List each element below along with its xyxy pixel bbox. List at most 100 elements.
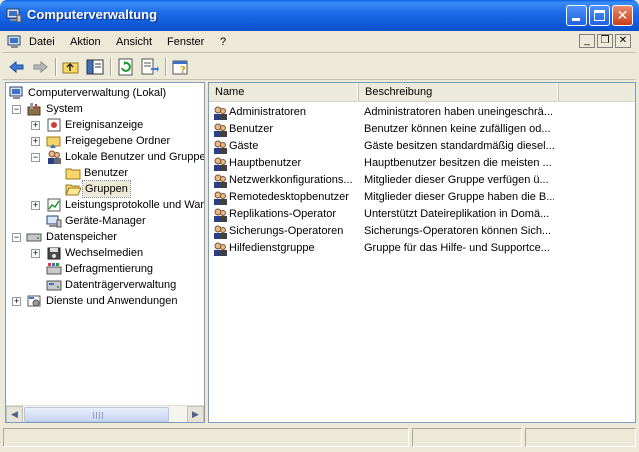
- status-bar: [3, 426, 636, 449]
- collapse-icon[interactable]: −: [12, 233, 21, 242]
- tree-item-defragmentierung[interactable]: Defragmentierung: [8, 261, 204, 277]
- title-bar[interactable]: Computerverwaltung ✕: [0, 0, 639, 31]
- toolbar: ?: [3, 54, 636, 80]
- tree-item-geraete-manager[interactable]: Geräte-Manager: [8, 213, 204, 229]
- table-row[interactable]: Administratoren Administratoren haben une…: [209, 104, 635, 121]
- window-title: Computerverwaltung: [27, 7, 158, 22]
- up-button[interactable]: [61, 57, 81, 77]
- table-row[interactable]: Benutzer Benutzer können keine zufälligen…: [209, 121, 635, 138]
- scroll-right-button[interactable]: ▶: [187, 406, 204, 422]
- up-folder-icon: [62, 62, 79, 74]
- collapse-icon[interactable]: −: [12, 105, 21, 114]
- group-icon: [214, 242, 227, 256]
- group-icon: [214, 191, 227, 205]
- tree-item-label: Defragmentierung: [65, 263, 154, 275]
- scroll-thumb[interactable]: [24, 407, 169, 422]
- tree-item-leistungsprotokolle[interactable]: + Leistungsprotokolle und Warnungen: [8, 197, 204, 213]
- forward-button[interactable]: [30, 57, 50, 77]
- expand-icon[interactable]: +: [12, 297, 21, 306]
- tree-item-label: Geräte-Manager: [65, 215, 146, 227]
- minimize-icon: [572, 18, 580, 21]
- properties-help-icon: ?: [172, 60, 188, 76]
- menu-ansicht[interactable]: Ansicht: [116, 36, 152, 48]
- expand-icon[interactable]: +: [31, 121, 40, 130]
- table-row[interactable]: Gäste Gäste besitzen standardmäßig diesel…: [209, 138, 635, 155]
- menu-datei[interactable]: Datei: [29, 36, 55, 48]
- tree-item-label: Freigegebene Ordner: [65, 135, 171, 147]
- tree-item-system[interactable]: − System: [8, 101, 204, 117]
- tree-item-label: Lokale Benutzer und Gruppen: [65, 151, 205, 163]
- group-name: Netzwerkkonfigurations...: [229, 174, 353, 186]
- column-header-name[interactable]: Name: [209, 83, 359, 102]
- tree-item-label: Datenträgerverwaltung: [65, 279, 177, 291]
- mdi-minimize-button[interactable]: _: [579, 34, 595, 48]
- collapse-icon[interactable]: −: [31, 153, 40, 162]
- system-tools-icon: [27, 103, 41, 116]
- group-description: Hauptbenutzer besitzen die meisten ...: [364, 157, 552, 169]
- disk-management-icon: [46, 280, 62, 291]
- shared-folder-icon: [46, 136, 61, 148]
- group-description: Sicherungs-Operatoren können Sich...: [364, 225, 552, 237]
- tree-horizontal-scrollbar[interactable]: ◀ ▶: [6, 405, 204, 422]
- tree-item-benutzer[interactable]: Benutzer: [8, 165, 204, 181]
- tree-item-dienste-und-anwendungen[interactable]: + Dienste und Anwendungen: [8, 293, 204, 309]
- users-groups-icon: [48, 150, 61, 164]
- group-name: Benutzer: [229, 123, 274, 135]
- table-row[interactable]: Remotedesktopbenutzer Mitglieder dieser G…: [209, 189, 635, 206]
- expand-icon[interactable]: +: [31, 249, 40, 258]
- group-icon: [214, 106, 227, 120]
- close-button[interactable]: ✕: [612, 5, 633, 26]
- removable-storage-icon: [47, 247, 61, 260]
- groups-list[interactable]: Name Beschreibung Administratoren Adminis…: [208, 82, 636, 423]
- group-description: Administratoren haben uneingeschrä...: [364, 106, 553, 118]
- menu-fenster[interactable]: Fenster: [167, 36, 204, 48]
- tree-item-lokale-benutzer-und-gruppen[interactable]: − Lokale Benutzer und Gruppen: [8, 149, 204, 165]
- tree-item-gruppen[interactable]: Gruppen: [8, 180, 204, 198]
- close-icon: ✕: [616, 7, 629, 23]
- status-panel-2: [412, 428, 522, 447]
- table-row[interactable]: Hilfedienstgruppe Gruppe für das Hilfe- u…: [209, 240, 635, 257]
- show-hide-tree-icon: [86, 59, 104, 75]
- back-button[interactable]: [7, 57, 27, 77]
- tree-item-wechselmedien[interactable]: + Wechselmedien: [8, 245, 204, 261]
- tree-item-freigegebene-ordner[interactable]: + Freigegebene Ordner: [8, 133, 204, 149]
- tree-item-label: Dienste und Anwendungen: [46, 295, 178, 307]
- table-row[interactable]: Netzwerkkonfigurations... Mitglieder dies…: [209, 172, 635, 189]
- refresh-icon: [118, 58, 133, 76]
- table-row[interactable]: Replikations-Operator Unterstützt Dateire…: [209, 206, 635, 223]
- column-header-beschreibung[interactable]: Beschreibung: [359, 83, 559, 102]
- table-row[interactable]: Sicherungs-Operatoren Sicherungs-Operator…: [209, 223, 635, 240]
- mdi-restore-button[interactable]: ❐: [597, 34, 613, 48]
- group-name: Hauptbenutzer: [229, 157, 302, 169]
- computer-management-icon[interactable]: [7, 34, 23, 50]
- group-name: Administratoren: [229, 106, 307, 118]
- maximize-button[interactable]: [589, 5, 610, 26]
- toolbar-separator: [165, 58, 167, 76]
- group-icon: [214, 208, 227, 222]
- group-description: Gäste besitzen standardmäßig diesel...: [364, 140, 554, 152]
- table-row[interactable]: Hauptbenutzer Hauptbenutzer besitzen die …: [209, 155, 635, 172]
- tree-item-ereignisanzeige[interactable]: + Ereignisanzeige: [8, 117, 204, 133]
- scroll-left-button[interactable]: ◀: [6, 406, 23, 422]
- event-viewer-icon: [47, 118, 61, 132]
- group-description: Mitglieder dieser Gruppe haben die B...: [364, 191, 554, 203]
- expand-icon[interactable]: +: [31, 137, 40, 146]
- menu-bar: Datei Aktion Ansicht Fenster ? _ ❐ ✕: [3, 31, 636, 53]
- mdi-close-button[interactable]: ✕: [615, 34, 631, 48]
- show-hide-tree-button[interactable]: [85, 57, 105, 77]
- expand-icon[interactable]: +: [31, 201, 40, 210]
- properties-help-button[interactable]: ?: [171, 57, 191, 77]
- menu-aktion[interactable]: Aktion: [70, 36, 101, 48]
- minimize-button[interactable]: [566, 5, 587, 26]
- console-tree[interactable]: Computerverwaltung (Lokal) − System + Er…: [5, 82, 205, 423]
- tree-item-datentraegerverwaltung[interactable]: Datenträgerverwaltung: [8, 277, 204, 293]
- tree-item-datenspeicher[interactable]: − Datenspeicher: [8, 229, 204, 245]
- scroll-grip: [93, 412, 103, 419]
- refresh-button[interactable]: [116, 57, 136, 77]
- tree-item-label: Leistungsprotokolle und Warnungen: [65, 199, 205, 211]
- tree-item-computerverwaltung[interactable]: Computerverwaltung (Lokal): [8, 85, 204, 101]
- export-list-button[interactable]: [140, 57, 160, 77]
- group-name: Sicherungs-Operatoren: [229, 225, 344, 237]
- menu-help[interactable]: ?: [220, 36, 226, 48]
- svg-text:?: ?: [180, 65, 186, 76]
